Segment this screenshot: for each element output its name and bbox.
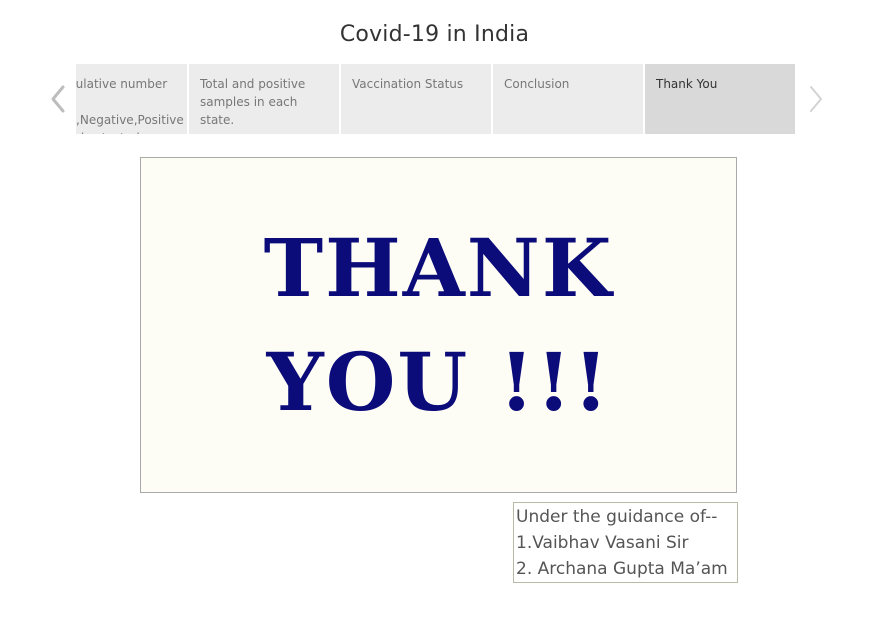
chevron-right-icon[interactable] — [806, 83, 826, 115]
story-points-bar: Cumulative number of Total,Negative,Posi… — [76, 64, 799, 134]
story-page: Covid-19 in India Cumulative number of T… — [0, 0, 869, 633]
story-point-label: Cumulative number of Total,Negative,Posi… — [76, 77, 184, 134]
story-points-track: Cumulative number of Total,Negative,Posi… — [76, 64, 797, 134]
story-point-conclusion[interactable]: Conclusion — [493, 64, 643, 134]
story-point-label: Conclusion — [504, 77, 570, 91]
story-point-label: Total and positive samples in each state… — [200, 77, 306, 127]
story-point-label: Vaccination Status — [352, 77, 464, 91]
guidance-heading: Under the guidance of-- — [516, 507, 718, 527]
story-title: Covid-19 in India — [339, 22, 530, 47]
chevron-left-icon[interactable] — [48, 83, 68, 115]
guide-name-1: 1.Vaibhav Vasani Sir — [516, 533, 689, 553]
story-point-cumulative-samples[interactable]: Cumulative number of Total,Negative,Posi… — [76, 64, 187, 134]
guide-name-2: 2. Archana Gupta Ma’am — [516, 559, 728, 579]
story-point-state-samples[interactable]: Total and positive samples in each state… — [189, 64, 339, 134]
story-point-vaccination-status[interactable]: Vaccination Status — [341, 64, 491, 134]
thank-you-line-1: THANK — [263, 221, 614, 315]
story-point-thank-you[interactable]: Thank You — [645, 64, 795, 134]
guidance-annotation: Under the guidance of-- 1.Vaibhav Vasani… — [513, 502, 738, 583]
thank-you-line-2: YOU !!! — [266, 335, 611, 429]
thank-you-image: THANK YOU !!! — [140, 157, 737, 493]
story-point-label: Thank You — [656, 77, 718, 91]
